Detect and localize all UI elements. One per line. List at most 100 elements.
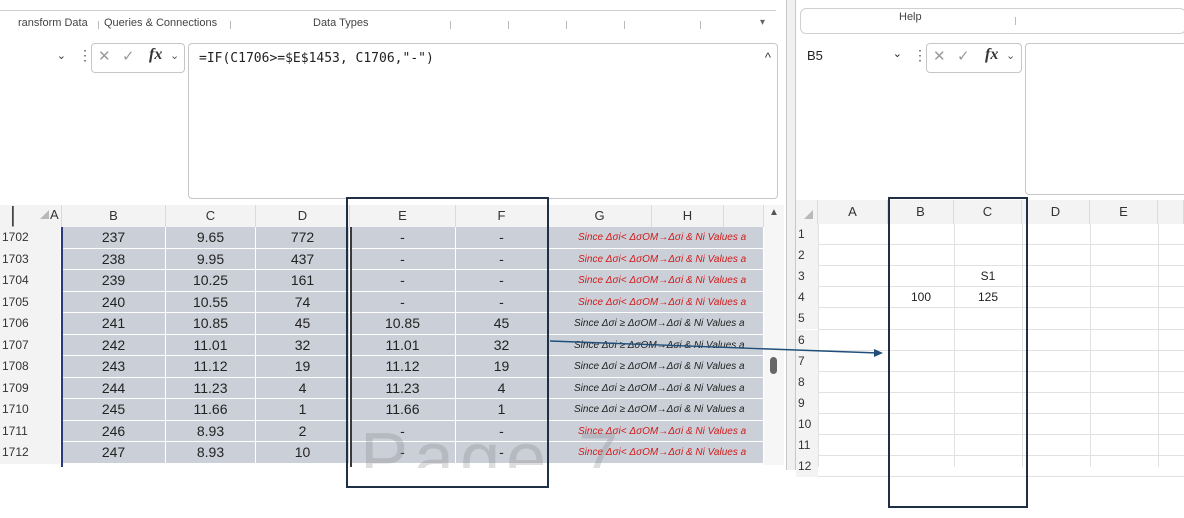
select-all-corner[interactable]: | A xyxy=(0,202,62,227)
cell-b[interactable]: 243 xyxy=(62,356,166,378)
cell-b[interactable]: 241 xyxy=(62,313,166,335)
row-header[interactable]: 1711 xyxy=(0,420,60,442)
cell-d[interactable]: 4 xyxy=(256,377,350,399)
cell-b[interactable]: 247 xyxy=(62,442,166,464)
cell-d[interactable]: 19 xyxy=(256,356,350,378)
chevron-down-icon[interactable]: ⌄ xyxy=(1006,49,1015,62)
scroll-up-icon[interactable]: ▲ xyxy=(769,207,779,218)
right-column-header-f[interactable] xyxy=(1158,200,1184,224)
selection-outline-bc xyxy=(888,197,1028,508)
column-header-b[interactable]: B xyxy=(62,205,166,227)
cell-c[interactable]: 9.95 xyxy=(166,248,256,270)
row-header[interactable]: 1703 xyxy=(0,248,60,270)
cell-b[interactable]: 238 xyxy=(62,248,166,270)
name-box[interactable]: B5 ⌄ xyxy=(800,43,904,69)
row-header[interactable]: 1 xyxy=(796,224,818,246)
ribbon-queries-connections[interactable]: Queries & Connections xyxy=(104,17,217,29)
row-header[interactable]: 1702 xyxy=(0,227,60,249)
status-note: Since Δσi< ΔσOM→Δσi & Ni Values a xyxy=(578,275,747,286)
cell-c[interactable]: 10.25 xyxy=(166,270,256,292)
column-header-g[interactable]: G xyxy=(548,205,652,227)
row-header[interactable]: 1704 xyxy=(0,270,60,292)
name-box-value: B5 xyxy=(807,48,823,63)
formula-bar[interactable]: =IF(C1706>=$E$1453, C1706,"-") ^ xyxy=(188,43,778,199)
column-header-d[interactable]: D xyxy=(256,205,350,227)
cell-c[interactable]: 8.93 xyxy=(166,420,256,442)
row-header[interactable]: 8 xyxy=(796,371,818,393)
cell-d[interactable]: 1 xyxy=(256,399,350,421)
cancel-icon[interactable]: ✕ xyxy=(933,47,946,65)
status-note: Since Δσi< ΔσOM→Δσi & Ni Values a xyxy=(578,232,747,243)
cell-b[interactable]: 246 xyxy=(62,420,166,442)
cell-b[interactable]: 239 xyxy=(62,270,166,292)
right-column-header-e[interactable]: E xyxy=(1090,200,1158,224)
right-ribbon: Help xyxy=(800,8,1184,34)
ribbon-data-types[interactable]: Data Types xyxy=(313,17,368,29)
cell-b[interactable]: 242 xyxy=(62,334,166,356)
chevron-down-icon: ⌄ xyxy=(56,50,66,62)
confirm-icon[interactable]: ✓ xyxy=(957,47,970,65)
row-header[interactable]: 1712 xyxy=(0,442,60,464)
row-header[interactable]: 1707 xyxy=(0,334,60,356)
chevron-down-icon[interactable]: ⌄ xyxy=(170,49,179,62)
cell-c[interactable]: 11.23 xyxy=(166,377,256,399)
column-header-c[interactable]: C xyxy=(166,205,256,227)
row-header[interactable]: 1710 xyxy=(0,399,60,421)
column-header-blank xyxy=(724,205,764,227)
insert-function-icon[interactable]: fx xyxy=(985,46,998,64)
cell-d[interactable]: 437 xyxy=(256,248,350,270)
cancel-icon[interactable]: ✕ xyxy=(98,47,111,65)
cell-d[interactable]: 32 xyxy=(256,334,350,356)
cell-d[interactable]: 45 xyxy=(256,313,350,335)
more-options-icon[interactable]: ⋮ xyxy=(913,47,927,64)
selection-outline-ef xyxy=(346,197,549,488)
row-header[interactable]: 10 xyxy=(796,413,818,435)
row-header[interactable]: 1705 xyxy=(0,291,60,313)
cell-b[interactable]: 245 xyxy=(62,399,166,421)
collapse-formula-icon[interactable]: ^ xyxy=(765,50,771,65)
cell-d[interactable]: 74 xyxy=(256,291,350,313)
cell-c[interactable]: 11.01 xyxy=(166,334,256,356)
cell-c[interactable]: 11.12 xyxy=(166,356,256,378)
right-column-header-d[interactable]: D xyxy=(1022,200,1090,224)
gridline xyxy=(1158,224,1159,468)
cell-b[interactable]: 244 xyxy=(62,377,166,399)
cell-d[interactable]: 772 xyxy=(256,227,350,249)
column-header-h[interactable]: H xyxy=(652,205,724,227)
ribbon-transform-data[interactable]: ransform Data xyxy=(18,17,88,29)
right-column-header-a[interactable]: A xyxy=(818,200,888,224)
gridline xyxy=(1090,224,1091,468)
row-header[interactable]: 4 xyxy=(796,287,818,309)
right-formula-controls: ✕ ✓ fx ⌄ xyxy=(926,43,1022,73)
left-namebox[interactable]: ⌄ xyxy=(0,43,68,71)
cell-c[interactable]: 10.55 xyxy=(166,291,256,313)
row-header[interactable]: 9 xyxy=(796,392,818,414)
row-header[interactable]: 3 xyxy=(796,266,818,288)
more-options-icon[interactable]: ⋮ xyxy=(78,47,92,64)
select-all-corner[interactable] xyxy=(796,200,818,224)
row-header[interactable]: 1708 xyxy=(0,356,60,378)
row-header[interactable]: 1709 xyxy=(0,377,60,399)
insert-function-icon[interactable]: fx xyxy=(149,46,162,64)
confirm-icon[interactable]: ✓ xyxy=(122,47,135,65)
cell-c[interactable]: 11.66 xyxy=(166,399,256,421)
row-header[interactable]: 1706 xyxy=(0,313,60,335)
row-header[interactable]: 12 xyxy=(796,456,818,478)
cell-d[interactable]: 10 xyxy=(256,442,350,464)
window-divider xyxy=(786,0,796,470)
row-header[interactable]: 11 xyxy=(796,435,818,457)
cell-c[interactable]: 9.65 xyxy=(166,227,256,249)
cell-c[interactable]: 8.93 xyxy=(166,442,256,464)
cell-b[interactable]: 237 xyxy=(62,227,166,249)
cell-d[interactable]: 2 xyxy=(256,420,350,442)
row-header[interactable]: 5 xyxy=(796,308,818,330)
ribbon-help[interactable]: Help xyxy=(899,11,922,23)
ribbon-expand-icon[interactable]: ▾ xyxy=(760,17,765,28)
status-note: Since Δσi ≥ ΔσOM→Δσi & Ni Values a xyxy=(574,361,745,372)
cell-b[interactable]: 240 xyxy=(62,291,166,313)
cell-c[interactable]: 10.85 xyxy=(166,313,256,335)
row-header[interactable]: 2 xyxy=(796,245,818,267)
cell-d[interactable]: 161 xyxy=(256,270,350,292)
chevron-down-icon[interactable]: ⌄ xyxy=(893,47,902,60)
right-formula-bar[interactable] xyxy=(1025,43,1184,195)
